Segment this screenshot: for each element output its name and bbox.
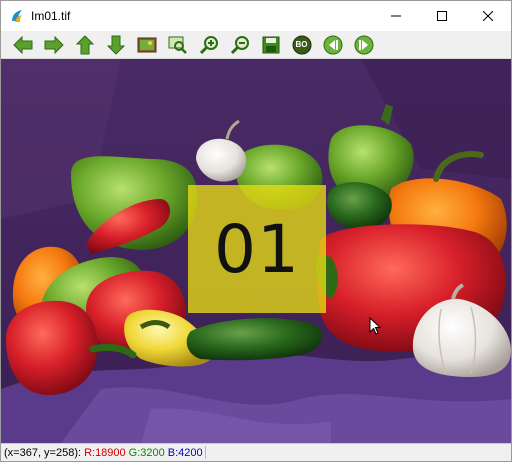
minimize-icon: [391, 15, 401, 17]
arrow-down-icon: [106, 35, 125, 55]
pixel-coordinates: (x=367, y=258):: [4, 446, 82, 459]
next-icon: [354, 35, 373, 54]
frame-number-label: 01: [214, 210, 300, 288]
zoom-out-icon: [230, 35, 249, 54]
save-button[interactable]: [255, 32, 286, 58]
maximize-button[interactable]: [419, 1, 465, 31]
previous-button[interactable]: [317, 32, 348, 58]
arrow-up-icon: [75, 34, 94, 54]
bo-button[interactable]: BO: [286, 32, 317, 58]
status-separator: [205, 446, 206, 459]
zoom-in-icon: [199, 35, 218, 54]
zoom-fit-button[interactable]: [162, 32, 193, 58]
arrow-left-icon: [12, 35, 32, 54]
floppy-disk-icon: [262, 36, 279, 53]
back-button[interactable]: [7, 32, 38, 58]
down-button[interactable]: [100, 32, 131, 58]
up-button[interactable]: [69, 32, 100, 58]
zoom-region-icon: [168, 36, 187, 54]
minimize-button[interactable]: [373, 1, 419, 31]
next-button[interactable]: [348, 32, 379, 58]
green-channel-value: G:3200: [128, 446, 165, 459]
image-viewer-window: Im01.tif BO 01 (x=367, y=258): R:18900 G…: [0, 0, 512, 462]
image-canvas[interactable]: 01: [1, 59, 511, 443]
arrow-right-icon: [44, 35, 64, 54]
frame-number-overlay: 01: [188, 185, 326, 313]
close-icon: [483, 11, 493, 21]
zoom-out-button[interactable]: [224, 32, 255, 58]
forward-button[interactable]: [38, 32, 69, 58]
previous-icon: [323, 35, 342, 54]
image-button[interactable]: [131, 32, 162, 58]
status-bar: (x=367, y=258): R:18900 G:3200 B:4200: [1, 443, 511, 461]
picture-icon: [137, 37, 156, 52]
toolbar: BO: [1, 31, 511, 59]
close-button[interactable]: [465, 1, 511, 31]
bo-label: BO: [295, 40, 308, 49]
maximize-icon: [437, 11, 447, 21]
title-bar[interactable]: Im01.tif: [1, 1, 511, 31]
app-logo-icon: [12, 10, 22, 22]
blue-channel-value: B:4200: [167, 446, 203, 459]
mouse-cursor-icon: [369, 317, 381, 335]
window-title: Im01.tif: [31, 9, 71, 23]
red-channel-value: R:18900: [84, 446, 126, 459]
zoom-in-button[interactable]: [193, 32, 224, 58]
